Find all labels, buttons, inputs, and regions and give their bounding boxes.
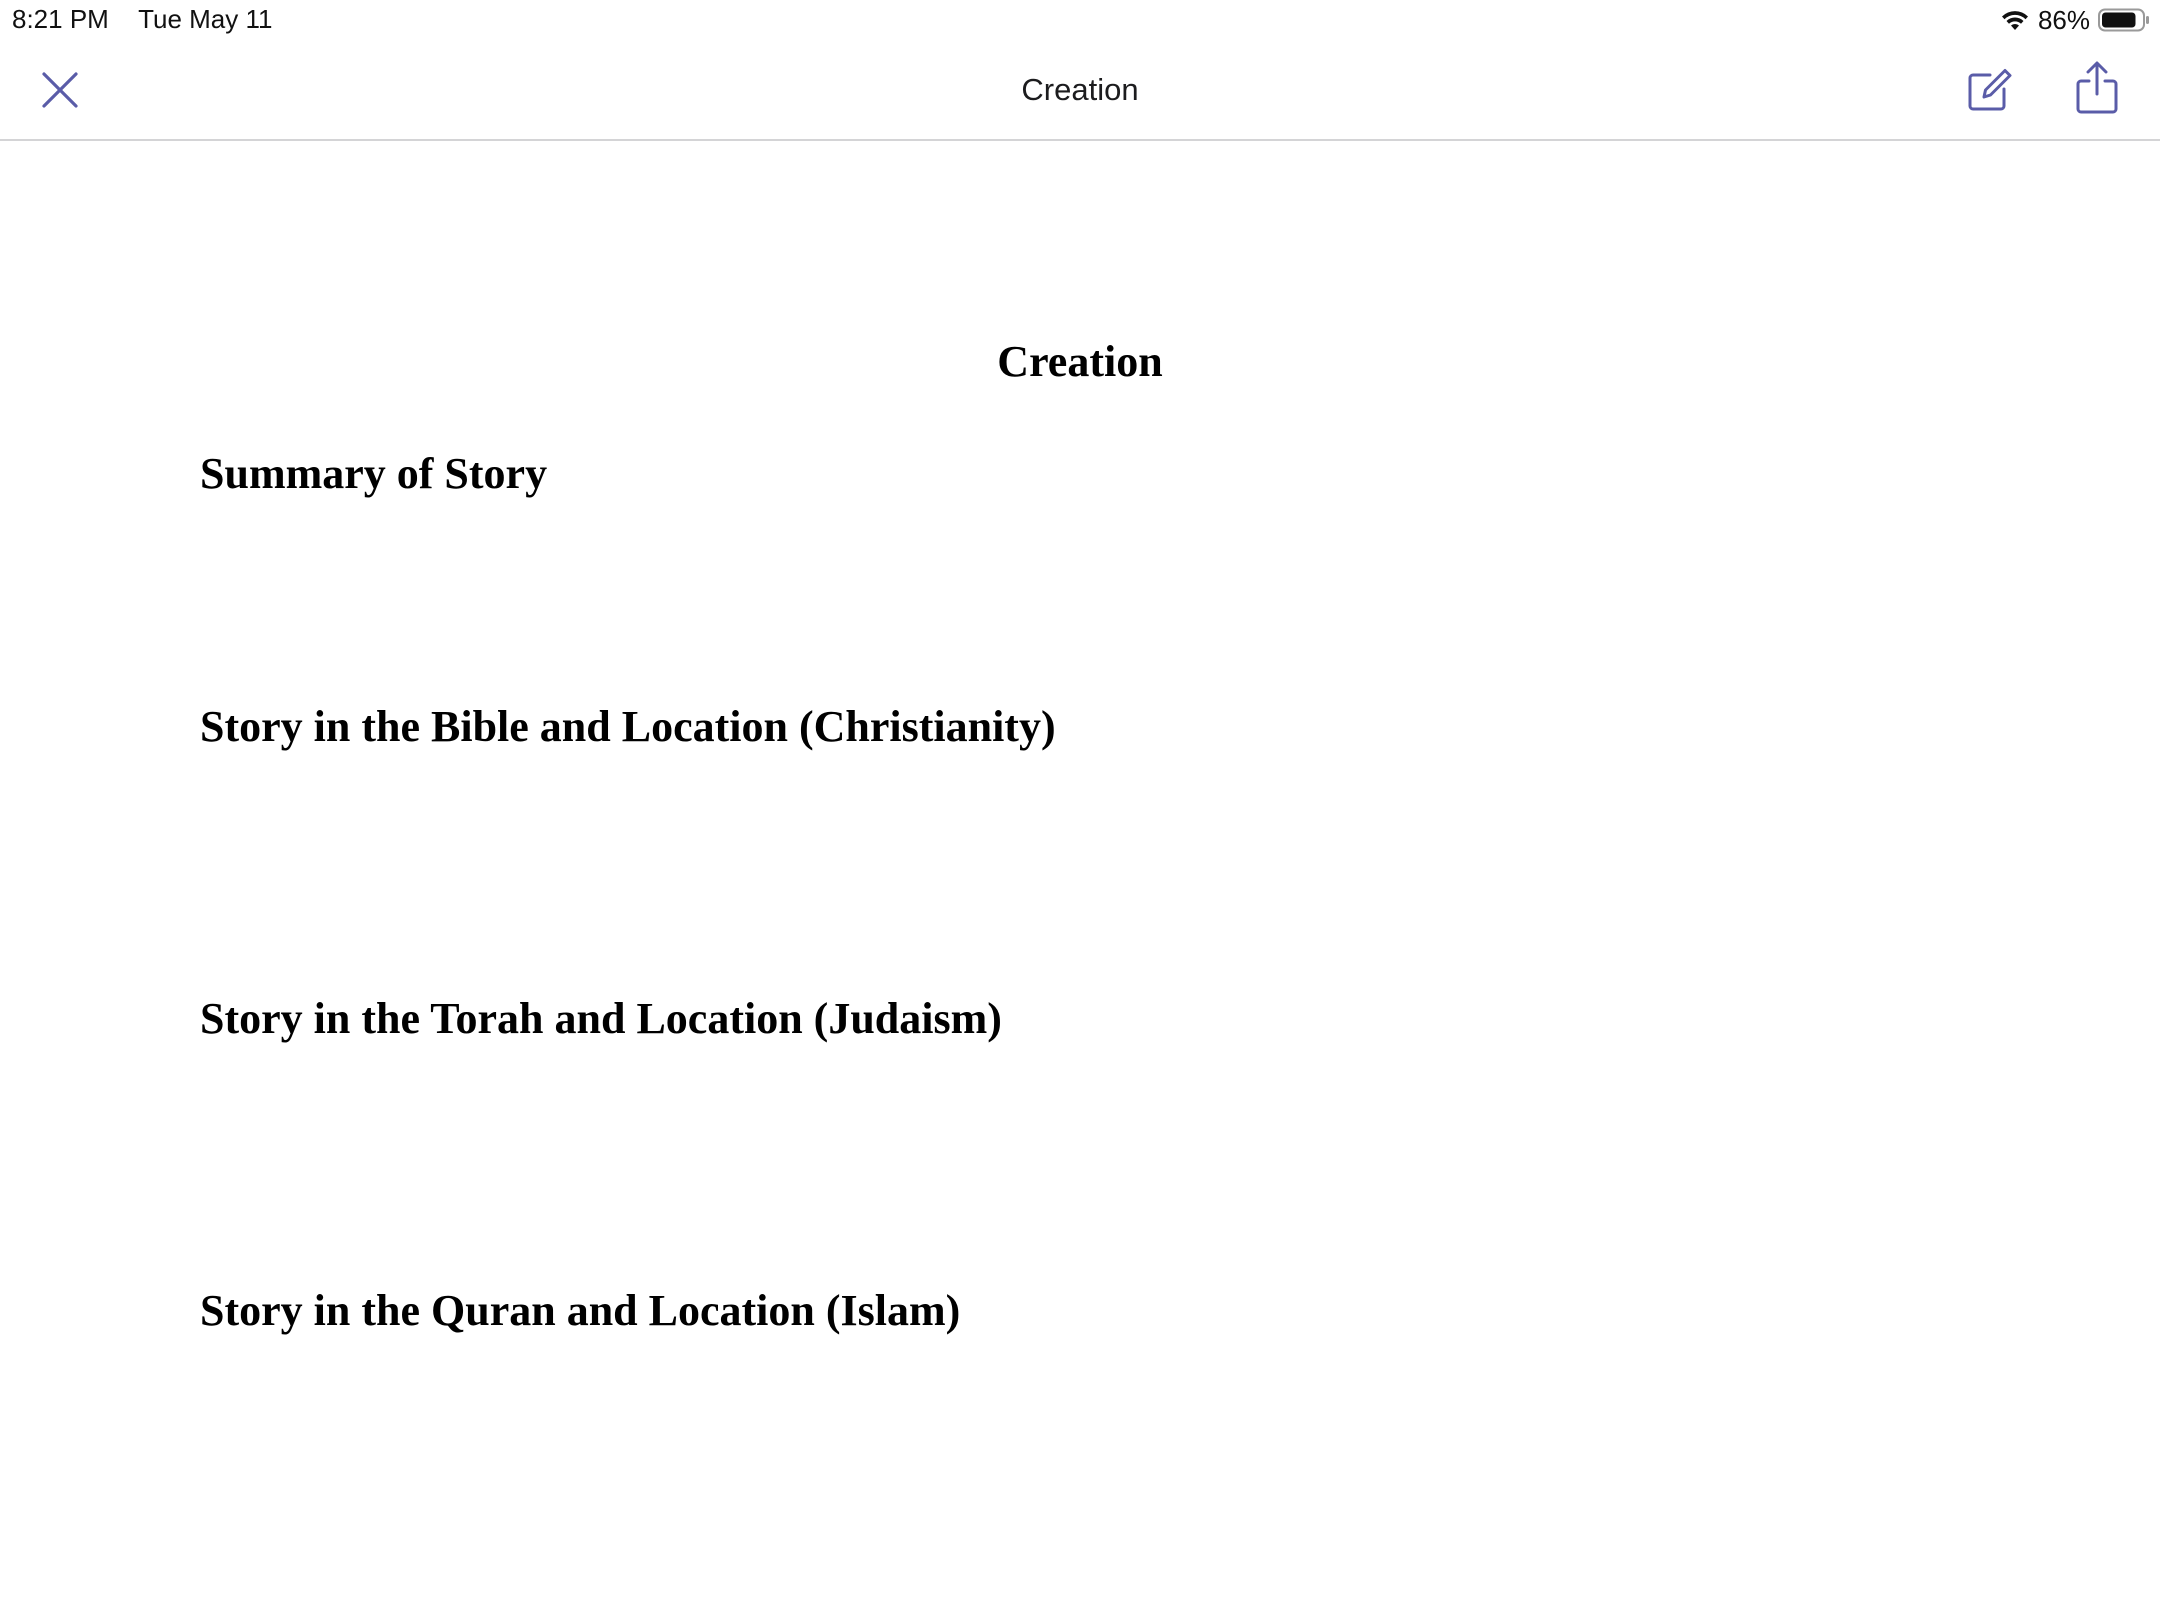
battery-percent: 86%	[2037, 4, 2090, 35]
document-title: Creation	[997, 337, 1163, 386]
heading-quran: Story in the Quran and Location (Islam)	[200, 1286, 961, 1335]
battery-icon	[2098, 8, 2150, 32]
heading-bible: Story in the Bible and Location (Christi…	[200, 702, 1056, 751]
nav-title: Creation	[1021, 72, 1139, 107]
heading-summary: Summary of Story	[200, 449, 548, 498]
share-icon	[2075, 61, 2119, 120]
wifi-icon	[2000, 8, 2030, 32]
navigation-bar: Creation	[0, 40, 2160, 141]
document-page: Creation Summary of Story Story in the B…	[0, 141, 2160, 1620]
status-right: 86%	[2000, 4, 2150, 36]
heading-torah: Story in the Torah and Location (Judaism…	[200, 994, 1002, 1043]
status-date: Tue May 11	[138, 4, 273, 34]
edit-button[interactable]	[1962, 65, 2016, 119]
edit-icon	[1966, 67, 2012, 118]
share-button[interactable]	[2070, 60, 2124, 120]
status-bar: 8:21 PM Tue May 11 86%	[0, 0, 2160, 40]
status-time: 8:21 PM	[12, 4, 109, 34]
status-left: 8:21 PM Tue May 11	[12, 4, 272, 35]
